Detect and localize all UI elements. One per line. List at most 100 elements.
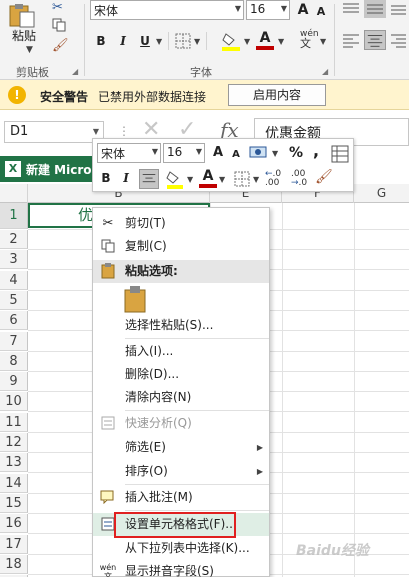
mini-borders-icon[interactable]: [233, 170, 251, 188]
name-box[interactable]: D1 ▼: [4, 121, 104, 143]
mini-font-size-value: 16: [167, 145, 183, 159]
align-bottom-icon[interactable]: [388, 0, 409, 18]
row-header[interactable]: 15: [0, 493, 28, 513]
menu-item-paste-special[interactable]: 选择性粘贴(S)...: [93, 314, 269, 337]
menu-item-filter[interactable]: 筛选(E) ▶: [93, 436, 269, 459]
align-middle-icon[interactable]: [364, 0, 386, 18]
shrink-font-button[interactable]: A: [312, 3, 330, 21]
fill-color-icon[interactable]: [220, 30, 242, 52]
align-center-icon[interactable]: [364, 30, 386, 50]
bold-button[interactable]: B: [92, 32, 110, 50]
row-header[interactable]: 5: [0, 290, 28, 310]
arrow-right-icon: →: [291, 178, 299, 188]
font-name-combo[interactable]: 宋体 ▼: [90, 0, 244, 20]
paste-button[interactable]: 粘贴: [12, 27, 36, 44]
cut-icon[interactable]: ✂: [52, 0, 63, 15]
group-divider: [334, 4, 335, 76]
mini-font-color-button[interactable]: A: [199, 168, 217, 188]
chevron-down-icon[interactable]: ▼: [281, 4, 287, 13]
phonetic-button[interactable]: wén 文: [300, 30, 319, 50]
mini-italic-button[interactable]: I: [117, 169, 135, 187]
menu-item-pick-from-list[interactable]: 从下拉列表中选择(K)...: [93, 537, 269, 560]
row-header[interactable]: 4: [0, 270, 28, 290]
paste-dropdown-icon[interactable]: ▼: [26, 45, 33, 55]
font-color-dropdown-icon[interactable]: ▼: [278, 37, 284, 46]
mini-fill-color-icon[interactable]: [165, 169, 185, 189]
mini-percent-button[interactable]: %: [287, 144, 305, 162]
font-color-button[interactable]: A: [256, 30, 274, 50]
mini-bold-button[interactable]: B: [97, 169, 115, 187]
row-header[interactable]: 9: [0, 372, 28, 392]
chevron-down-icon[interactable]: ▼: [219, 175, 225, 184]
mini-format-painter-icon[interactable]: 🖌: [315, 169, 333, 185]
paste-option-paste-icon[interactable]: [123, 286, 149, 314]
row-header[interactable]: 2: [0, 230, 28, 249]
column-header-g[interactable]: G: [354, 184, 409, 203]
fill-color-dropdown-icon[interactable]: ▼: [244, 37, 250, 46]
mini-font-name-combo[interactable]: 宋体 ▼: [97, 143, 161, 163]
menu-item-format-cells[interactable]: 设置单元格格式(F)...: [93, 513, 269, 536]
align-left-icon[interactable]: [340, 30, 362, 50]
menu-item-insert[interactable]: 插入(I)...: [93, 340, 269, 363]
mini-font-size-combo[interactable]: 16 ▼: [163, 143, 205, 163]
row-header[interactable]: 18: [0, 554, 28, 574]
copy-icon[interactable]: [52, 18, 66, 32]
row-header[interactable]: 11: [0, 412, 28, 432]
font-launcher-icon[interactable]: ◢: [322, 67, 328, 76]
menu-item-clear-contents[interactable]: 清除内容(N): [93, 386, 269, 409]
quick-analysis-icon: [99, 412, 117, 438]
chevron-down-icon[interactable]: ▼: [93, 127, 99, 136]
row-header[interactable]: 10: [0, 392, 28, 412]
menu-item-label: 选择性粘贴(S)...: [125, 318, 214, 332]
mini-number-format-icon[interactable]: [249, 145, 271, 161]
font-size-combo[interactable]: 16 ▼: [246, 0, 290, 20]
underline-button[interactable]: U: [136, 32, 154, 50]
row-header[interactable]: 13: [0, 453, 28, 473]
name-box-value: D1: [10, 124, 29, 139]
borders-dropdown-icon[interactable]: ▼: [194, 37, 200, 46]
select-all-corner[interactable]: [0, 184, 28, 203]
align-right-icon[interactable]: [388, 30, 409, 50]
align-top-icon[interactable]: [340, 0, 362, 18]
chevron-down-icon[interactable]: ▼: [187, 175, 193, 184]
borders-icon[interactable]: [174, 32, 192, 50]
row-header[interactable]: 1: [0, 203, 28, 229]
paste-icon[interactable]: [6, 4, 36, 28]
mini-grow-font-button[interactable]: A: [209, 144, 227, 162]
underline-dropdown-icon[interactable]: ▼: [156, 37, 162, 46]
row-header[interactable]: 8: [0, 351, 28, 371]
mini-format-table-icon[interactable]: [331, 145, 349, 163]
chevron-down-icon[interactable]: ▼: [235, 4, 241, 13]
phonetic-dropdown-icon[interactable]: ▼: [320, 37, 326, 46]
mini-align-center-icon[interactable]: [139, 169, 159, 189]
menu-item-label: 复制(C): [125, 239, 167, 253]
menu-item-delete[interactable]: 删除(D)...: [93, 363, 269, 386]
grow-font-button[interactable]: A: [294, 1, 312, 19]
menu-item-show-phonetic[interactable]: wén 文 显示拼音字段(S): [93, 560, 269, 577]
enable-content-button[interactable]: 启用内容: [228, 84, 326, 106]
italic-button[interactable]: I: [114, 32, 132, 50]
mini-comma-button[interactable]: ,: [307, 142, 325, 160]
chevron-down-icon[interactable]: ▼: [253, 175, 259, 184]
row-header[interactable]: 14: [0, 473, 28, 493]
row-header[interactable]: 7: [0, 331, 28, 351]
workbook-tab[interactable]: X 新建 Micros: [0, 156, 100, 182]
chevron-down-icon[interactable]: ▼: [272, 149, 278, 158]
row-header[interactable]: 16: [0, 514, 28, 534]
format-painter-icon[interactable]: 🖌: [52, 38, 69, 53]
mini-decrease-decimal-button[interactable]: .00 →.0: [291, 170, 307, 188]
chevron-down-icon[interactable]: ▼: [152, 147, 158, 156]
row-header[interactable]: 6: [0, 311, 28, 331]
clipboard-launcher-icon[interactable]: ◢: [72, 67, 78, 76]
mini-increase-decimal-button[interactable]: ←.0.00: [265, 170, 281, 188]
row-header[interactable]: 17: [0, 534, 28, 554]
mini-shrink-font-button[interactable]: A: [227, 146, 245, 164]
menu-item-insert-comment[interactable]: 插入批注(M): [93, 486, 269, 509]
menu-separator: [125, 510, 269, 511]
row-header[interactable]: 3: [0, 250, 28, 270]
chevron-down-icon[interactable]: ▼: [196, 147, 202, 156]
menu-item-copy[interactable]: 复制(C): [93, 235, 269, 258]
row-header[interactable]: 12: [0, 433, 28, 452]
menu-item-sort[interactable]: 排序(O) ▶: [93, 460, 269, 483]
menu-item-cut[interactable]: ✂ 剪切(T): [93, 212, 269, 235]
